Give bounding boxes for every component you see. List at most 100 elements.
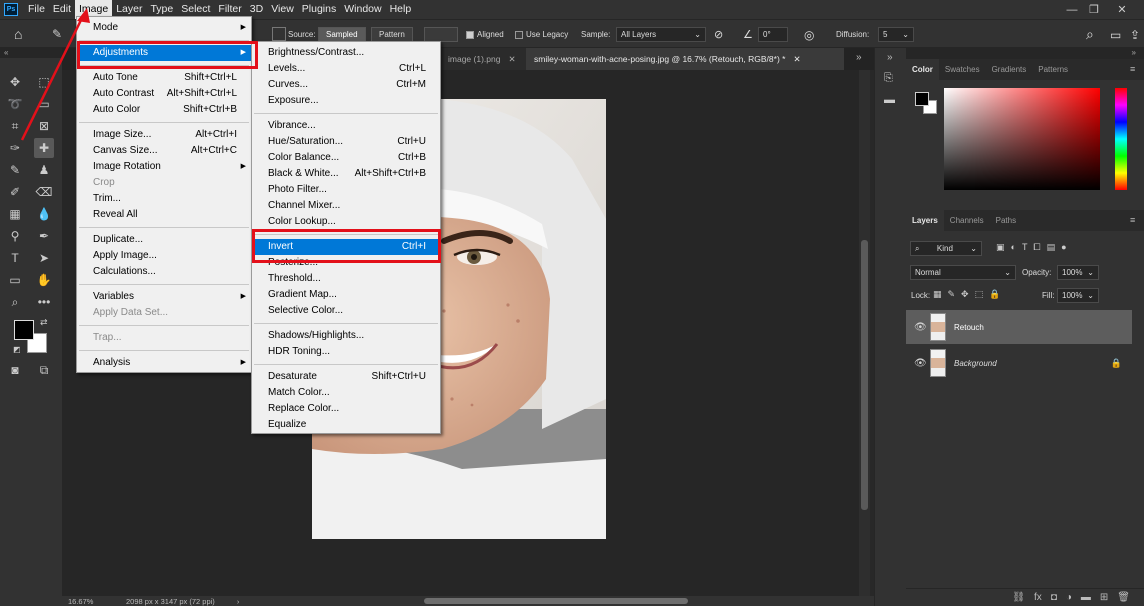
eye-icon[interactable]: 👁	[914, 322, 927, 333]
tab-smiley-woman[interactable]: smiley-woman-with-acne-posing.jpg @ 16.7…	[526, 48, 844, 70]
panel-menu-icon[interactable]: ≡	[1130, 64, 1135, 74]
tab-image-1[interactable]: image (1).png ✕	[440, 48, 526, 70]
brush-tool-icon[interactable]: ✎	[5, 160, 25, 180]
adjustment-layer-icon[interactable]: ◑	[1066, 592, 1072, 603]
path-select-tool-icon[interactable]: ➤	[34, 248, 54, 268]
menu-item-calculations[interactable]: Calculations...	[77, 264, 251, 280]
document-info[interactable]: 2098 px x 3147 px (72 ppi)	[126, 597, 215, 606]
aligned-checkbox[interactable]: Aligned	[466, 27, 504, 42]
menu-item-photo-filter[interactable]: Photo Filter...	[252, 182, 440, 198]
zoom-level[interactable]: 16.67%	[68, 597, 114, 606]
gradient-tool-icon[interactable]: ▦	[5, 204, 25, 224]
menu-item-trim[interactable]: Trim...	[77, 191, 251, 207]
layer-row-retouch[interactable]: 👁 Retouch	[906, 310, 1132, 344]
menu-item-hdr-toning[interactable]: HDR Toning...	[252, 344, 440, 360]
default-colors-icon[interactable]: ◩	[13, 345, 21, 354]
hue-slider[interactable]	[1115, 88, 1127, 190]
share-icon[interactable]: ⇪	[1130, 27, 1140, 42]
menu-item-exposure[interactable]: Exposure...	[252, 93, 440, 109]
tab-layers[interactable]: Layers	[906, 210, 944, 231]
panel-menu-icon[interactable]: ≡	[1130, 215, 1135, 225]
blend-mode-dropdown[interactable]: Normal ⌄	[910, 265, 1016, 280]
menu-item-image-rotation[interactable]: Image Rotation ▶	[77, 159, 251, 175]
history-panel-icon[interactable]: ⎘	[884, 72, 893, 85]
zoom-tool-icon[interactable]: ⌕	[5, 292, 25, 312]
menu-item-color-balance[interactable]: Color Balance... Ctrl+B	[252, 150, 440, 166]
opacity-input[interactable]: 100% ⌄	[1057, 265, 1099, 280]
menu-plugins[interactable]: Plugins	[298, 0, 340, 19]
layer-name[interactable]: Retouch	[954, 323, 984, 332]
foreground-color-swatch[interactable]	[14, 320, 34, 340]
fill-input[interactable]: 100% ⌄	[1057, 288, 1099, 303]
menu-item-channel-mixer[interactable]: Channel Mixer...	[252, 198, 440, 214]
layer-row-background[interactable]: 👁 Background 🔒	[906, 346, 1132, 380]
color-field[interactable]	[944, 88, 1100, 190]
close-icon[interactable]: ✕	[793, 54, 800, 65]
restore-icon[interactable]: ❐	[1082, 0, 1106, 19]
pattern-picker[interactable]	[424, 27, 458, 42]
close-icon[interactable]: ✕	[1110, 0, 1134, 19]
folder-icon[interactable]: ▬	[1081, 592, 1091, 603]
vertical-scroll-thumb[interactable]	[861, 240, 868, 510]
menu-item-vibrance[interactable]: Vibrance...	[252, 118, 440, 134]
angle-input[interactable]: 0°	[758, 27, 788, 42]
minimize-icon[interactable]: —	[1060, 0, 1084, 19]
menu-item-selective-color[interactable]: Selective Color...	[252, 303, 440, 319]
menu-item-replace-color[interactable]: Replace Color...	[252, 401, 440, 417]
status-arrow-icon[interactable]: ›	[237, 597, 240, 606]
pen-tool-icon[interactable]: ✒	[34, 226, 54, 246]
menu-view[interactable]: View	[267, 0, 298, 19]
quick-mask-icon[interactable]: ◙	[5, 360, 25, 380]
tab-paths[interactable]: Paths	[990, 210, 1022, 231]
layer-name[interactable]: Background	[954, 359, 997, 368]
menu-item-threshold[interactable]: Threshold...	[252, 271, 440, 287]
pattern-button[interactable]: Pattern	[371, 27, 413, 42]
menu-item-gradient-map[interactable]: Gradient Map...	[252, 287, 440, 303]
sampled-button[interactable]: Sampled	[318, 27, 366, 42]
tab-overflow-icon[interactable]: »	[856, 52, 862, 63]
vertical-scrollbar[interactable]	[859, 70, 870, 596]
menu-item-analysis[interactable]: Analysis ▶	[77, 355, 251, 371]
menu-item-match-color[interactable]: Match Color...	[252, 385, 440, 401]
hand-tool-icon[interactable]: ✋	[34, 270, 54, 290]
sample-dropdown[interactable]: All Layers ⌄	[616, 27, 706, 42]
blur-tool-icon[interactable]: 💧	[34, 204, 54, 224]
eraser-tool-icon[interactable]: ⌫	[34, 182, 54, 202]
workspace-icon[interactable]: ▭	[1110, 27, 1121, 42]
dodge-tool-icon[interactable]: ⚲	[5, 226, 25, 246]
menu-item-brightness-contrast[interactable]: Brightness/Contrast...	[252, 45, 440, 61]
type-tool-icon[interactable]: T	[5, 248, 25, 268]
menu-item-duplicate[interactable]: Duplicate...	[77, 232, 251, 248]
menu-item-levels[interactable]: Levels... Ctrl+L	[252, 61, 440, 77]
lock-icons[interactable]: ▦✎✥⬚🔒	[933, 289, 1006, 300]
menu-item-reveal-all[interactable]: Reveal All	[77, 207, 251, 223]
tab-swatches[interactable]: Swatches	[939, 59, 986, 80]
screen-mode-icon[interactable]: ⧉	[34, 360, 54, 380]
menu-item-desaturate[interactable]: Desaturate Shift+Ctrl+U	[252, 369, 440, 385]
rectangle-tool-icon[interactable]: ▭	[5, 270, 25, 290]
layer-filter-icons[interactable]: ▣◐T⧠▤●	[996, 242, 1073, 253]
menu-help[interactable]: Help	[386, 0, 416, 19]
menu-item-hue-saturation[interactable]: Hue/Saturation... Ctrl+U	[252, 134, 440, 150]
color-foreground-swatch[interactable]	[915, 92, 929, 106]
horizontal-scroll-thumb[interactable]	[424, 598, 688, 604]
eye-icon[interactable]: 👁	[914, 358, 927, 369]
menu-item-shadows-highlights[interactable]: Shadows/Highlights...	[252, 328, 440, 344]
close-icon[interactable]: ✕	[508, 54, 515, 65]
diffusion-input[interactable]: 5 ⌄	[878, 27, 914, 42]
new-layer-icon[interactable]: ⊞	[1100, 592, 1108, 603]
menu-window[interactable]: Window	[340, 0, 385, 19]
dock-expand-icon[interactable]: »	[887, 52, 893, 63]
link-icon[interactable]: ⛓	[1012, 592, 1025, 603]
tab-channels[interactable]: Channels	[944, 210, 990, 231]
menu-item-curves[interactable]: Curves... Ctrl+M	[252, 77, 440, 93]
panel-collapse-icon[interactable]: »	[906, 48, 1144, 59]
pressure-icon[interactable]: ◎	[804, 27, 814, 42]
tool-preset-swatch[interactable]	[272, 27, 286, 41]
menu-item-apply-image[interactable]: Apply Image...	[77, 248, 251, 264]
history-brush-icon[interactable]: ✐	[5, 182, 25, 202]
use-legacy-checkbox[interactable]: Use Legacy	[515, 27, 568, 42]
tab-gradients[interactable]: Gradients	[986, 59, 1033, 80]
layer-filter-dropdown[interactable]: ⌕ Kind ⌄	[910, 241, 982, 256]
ignore-adjustment-icon[interactable]: ⊘	[714, 27, 723, 42]
